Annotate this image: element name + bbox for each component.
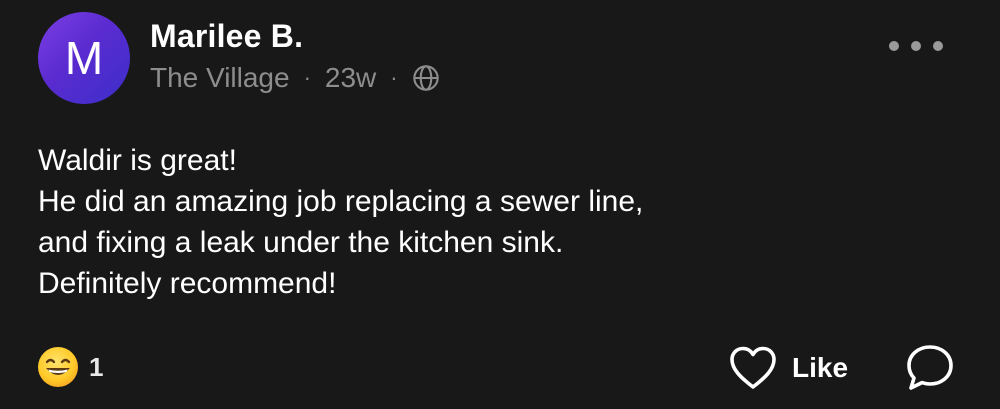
avatar[interactable]: M	[38, 12, 130, 104]
meta-separator: ·	[303, 65, 311, 90]
comment-bubble-icon[interactable]	[904, 342, 956, 394]
avatar-letter: M	[64, 32, 104, 84]
more-dot	[933, 41, 943, 51]
globe-icon	[412, 65, 439, 91]
neighborhood-link[interactable]: The Village	[150, 62, 290, 94]
post-body-line: Waldir is great!	[38, 144, 237, 177]
meta-separator: ·	[390, 65, 398, 90]
reaction-count: 1	[89, 351, 104, 382]
like-label: Like	[792, 352, 849, 383]
post-body-line: and fixing a leak under the kitchen sink…	[38, 226, 564, 259]
post-age: 23w	[324, 62, 377, 93]
post-meta: The Village · 23w ·	[150, 60, 440, 96]
heart-icon	[730, 346, 776, 389]
post-body-line: Definitely recommend!	[38, 267, 337, 300]
more-dots-icon[interactable]	[889, 37, 943, 55]
author-name[interactable]: Marilee B.	[150, 18, 303, 55]
reaction-summary[interactable]: 1	[37, 346, 103, 388]
post-card: M Marilee B. The Village · 23w · Waldir …	[0, 0, 1000, 409]
like-button[interactable]: Like	[728, 342, 848, 394]
more-dot	[911, 41, 921, 51]
grinning-emoji-icon	[38, 347, 78, 387]
post-body: Waldir is great! He did an amazing job r…	[38, 140, 938, 304]
more-dot	[889, 41, 899, 51]
post-body-line: He did an amazing job replacing a sewer …	[38, 185, 644, 218]
